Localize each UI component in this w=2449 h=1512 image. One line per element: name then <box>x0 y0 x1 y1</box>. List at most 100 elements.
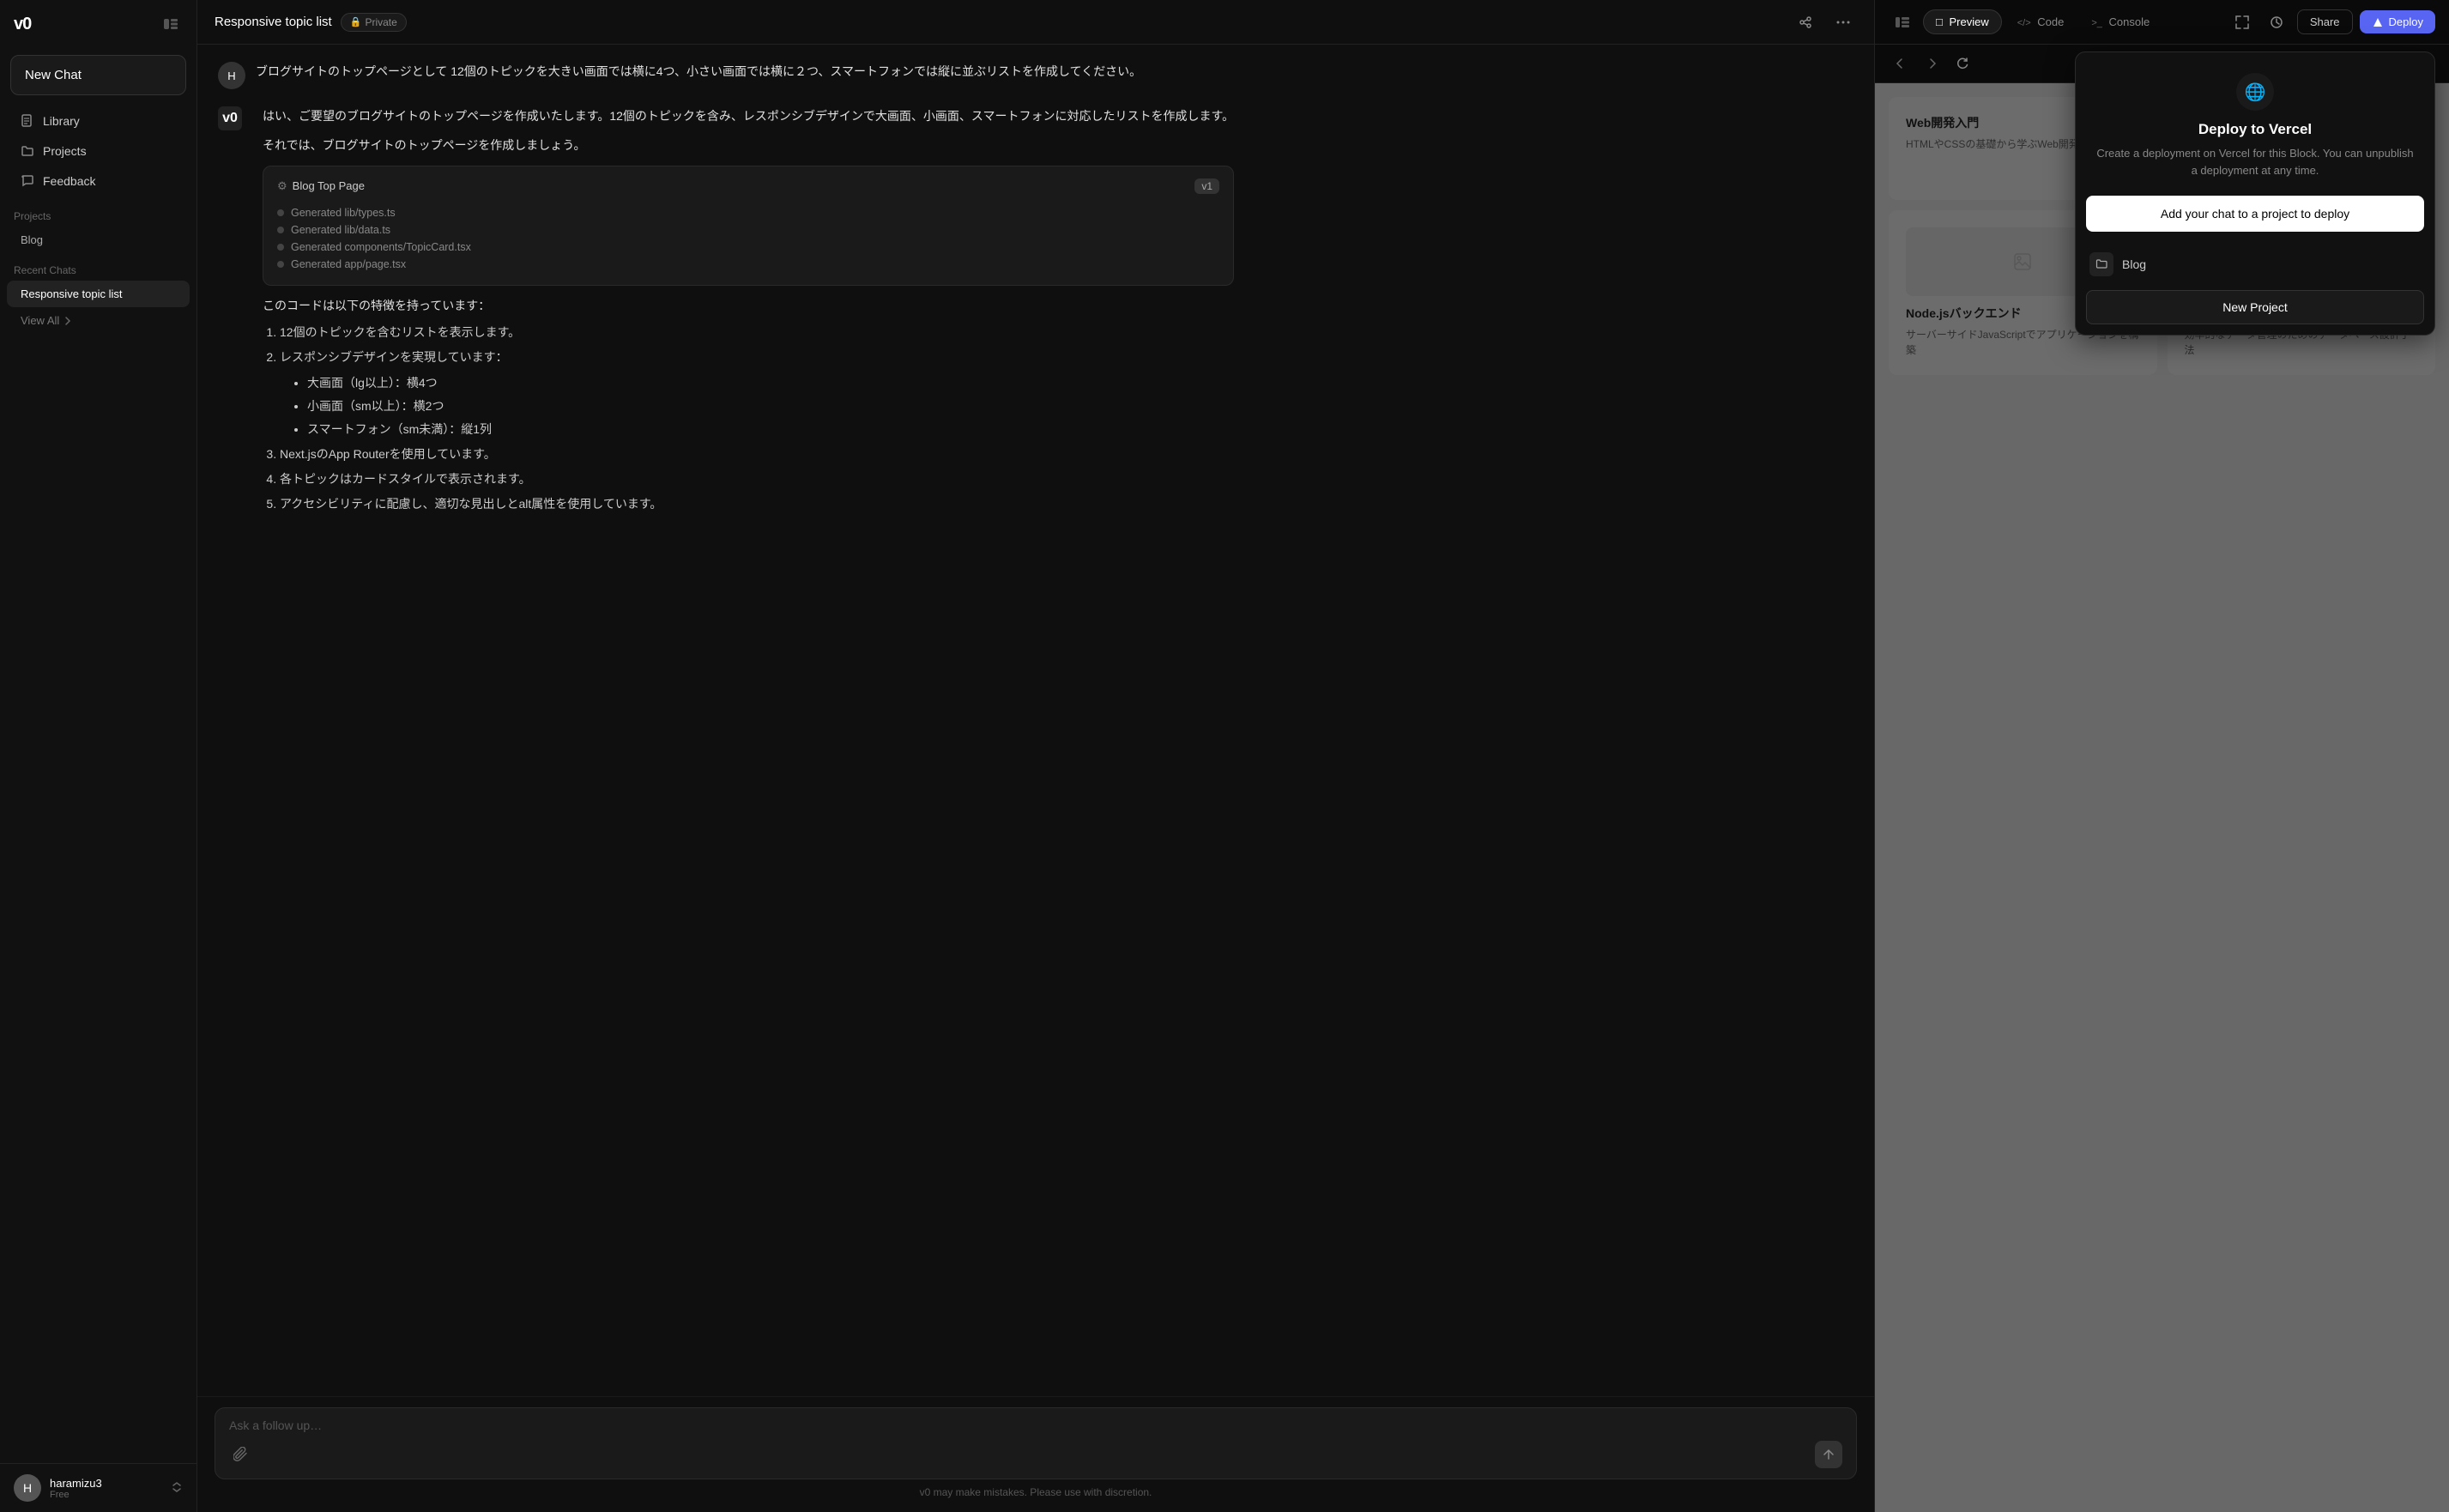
code-block: ⚙ Blog Top Page v1 Generated lib/types.t… <box>263 166 1234 286</box>
forward-icon <box>1926 57 1938 70</box>
projects-section-label: Projects <box>0 200 197 226</box>
block-title: Blog Top Page <box>293 179 365 192</box>
user-message: H ブログサイトのトップページとして 12個のトピックを大きい画面では横に4つ、… <box>218 62 1853 89</box>
collapse-panel-btn[interactable] <box>1889 9 1916 36</box>
sidebar-toggle-btn[interactable] <box>159 12 183 36</box>
message-icon <box>21 174 34 188</box>
version-history-btn[interactable] <box>2263 9 2290 36</box>
preview-nav: □ Preview </> Code >_ Console <box>1923 9 2162 34</box>
file-dot <box>277 227 284 233</box>
new-project-button[interactable]: New Project <box>2086 290 2424 324</box>
feature-2: レスポンシブデザインを実現しています： 大画面（lg以上）：横4つ 小画面（sm… <box>280 347 1234 440</box>
project-option-blog[interactable]: Blog <box>2076 242 2434 287</box>
file-item-2: Generated lib/data.ts <box>277 221 1219 239</box>
deploy-title: Deploy to Vercel <box>2093 121 2417 138</box>
chat-title: Responsive topic list 🔒 Private <box>215 13 407 32</box>
sidebar-item-library[interactable]: Library <box>7 106 190 136</box>
sidebar-recent-responsive[interactable]: Responsive topic list <box>7 281 190 307</box>
refresh-btn[interactable] <box>1950 51 1974 76</box>
sidebar-item-projects[interactable]: Projects <box>7 136 190 166</box>
ai-message-header: v0 はい、ご要望のブログサイトのトップページを作成いたします。12個のトピック… <box>218 106 1853 519</box>
ai-logo: v0 <box>218 106 242 130</box>
chat-header: Responsive topic list 🔒 Private <box>197 0 1874 45</box>
toolbar-nav <box>1889 51 1974 76</box>
main-chat-panel: Responsive topic list 🔒 Private H ブログサイト… <box>197 0 1874 1512</box>
book-icon <box>21 114 34 128</box>
globe-icon: 🌐 <box>2236 73 2274 111</box>
chevron-up-down-icon <box>171 1481 183 1493</box>
tab-console[interactable]: >_ Console <box>2079 10 2162 33</box>
message-2: v0 はい、ご要望のブログサイトのトップページを作成いたします。12個のトピック… <box>218 106 1853 519</box>
chat-input[interactable] <box>229 1418 1842 1432</box>
block-title-row: ⚙ Blog Top Page <box>277 179 365 193</box>
project-blog-label: Blog <box>2122 257 2146 271</box>
image-placeholder-icon <box>2012 251 2033 272</box>
deploy-button[interactable]: Deploy <box>2360 10 2435 33</box>
tab-code[interactable]: </> Code <box>2005 10 2077 33</box>
version-badge: v1 <box>1194 178 1219 194</box>
forward-btn[interactable] <box>1920 51 1944 76</box>
new-chat-button[interactable]: New Chat <box>10 55 186 95</box>
console-icon: >_ <box>2091 18 2102 28</box>
chat-input-box <box>215 1407 1857 1479</box>
deploy-triangle-icon <box>2372 16 2384 28</box>
sub-feature-2: 小画面（sm以上）：横2つ <box>307 396 1234 417</box>
ai-message-body: はい、ご要望のブログサイトのトップページを作成いたします。12個のトピックを含み… <box>263 106 1234 519</box>
sidebar-nav: Library Projects Feedback <box>0 102 197 200</box>
sidebar-item-feedback[interactable]: Feedback <box>7 166 190 196</box>
folder-small-icon <box>2095 258 2107 270</box>
logo: v0 <box>14 15 31 34</box>
avatar: H <box>14 1474 41 1502</box>
sidebar-footer: H haramizu3 Free <box>0 1463 197 1512</box>
file-list: Generated lib/types.ts Generated lib/dat… <box>277 204 1219 273</box>
ai-transition: それでは、ブログサイトのトップページを作成しましょう。 <box>263 136 1234 154</box>
user-info: H haramizu3 Free <box>14 1474 102 1502</box>
library-label: Library <box>43 114 80 128</box>
back-btn[interactable] <box>1889 51 1913 76</box>
message-1: H ブログサイトのトップページとして 12個のトピックを大きい画面では横に4つ、… <box>218 62 1853 89</box>
chevron-right-icon <box>63 316 73 326</box>
refresh-icon <box>1956 57 1968 70</box>
sub-feature-1: 大画面（lg以上）：横4つ <box>307 372 1234 394</box>
chat-messages: H ブログサイトのトップページとして 12個のトピックを大きい画面では横に4つ、… <box>197 45 1874 1396</box>
file-dot <box>277 209 284 216</box>
share-icon <box>1799 15 1812 29</box>
paperclip-icon <box>233 1447 249 1462</box>
sidebar-header: v0 <box>0 0 197 48</box>
more-options-btn[interactable] <box>1829 9 1857 36</box>
user-name: haramizu3 <box>50 1477 102 1490</box>
project-folder-icon <box>2089 252 2113 276</box>
expand-user-btn[interactable] <box>171 1481 183 1496</box>
deploy-dropdown: 🌐 Deploy to Vercel Create a deployment o… <box>2075 51 2435 336</box>
feature-1: 12個のトピックを含むリストを表示します。 <box>280 322 1234 343</box>
fullscreen-icon <box>2235 15 2249 29</box>
fullscreen-btn[interactable] <box>2228 9 2256 36</box>
user-plan: Free <box>50 1490 102 1500</box>
privacy-badge: 🔒 Private <box>341 13 407 32</box>
ai-intro: はい、ご要望のブログサイトのトップページを作成いたします。12個のトピックを含み… <box>263 106 1234 125</box>
preview-icon: □ <box>1936 15 1943 28</box>
sub-features: 大画面（lg以上）：横4つ 小画面（sm以上）：横2つ スマートフォン（sm未満… <box>280 372 1234 441</box>
history-icon <box>2270 15 2283 29</box>
feedback-label: Feedback <box>43 174 95 188</box>
send-button[interactable] <box>1815 1441 1842 1468</box>
preview-right-actions: Share Deploy <box>2228 9 2435 36</box>
header-actions <box>1792 9 1857 36</box>
attach-button[interactable] <box>229 1442 253 1467</box>
deploy-action-button[interactable]: Add your chat to a project to deploy <box>2086 196 2424 232</box>
preview-header: □ Preview </> Code >_ Console Share <box>1875 0 2449 45</box>
view-all-recent-btn[interactable]: View All <box>7 309 190 332</box>
file-dot <box>277 261 284 268</box>
lock-icon: 🔒 <box>350 16 362 27</box>
file-item-4: Generated app/page.tsx <box>277 256 1219 273</box>
sidebar-project-blog[interactable]: Blog <box>7 227 190 253</box>
tab-preview[interactable]: □ Preview <box>1923 9 2002 34</box>
deploy-description: Create a deployment on Vercel for this B… <box>2093 145 2417 178</box>
chat-input-area: v0 may make mistakes. Please use with di… <box>197 1396 1874 1512</box>
ai-logo-text: v0 <box>222 111 238 126</box>
sidebar: v0 New Chat Library Projects Feedback Pr… <box>0 0 197 1512</box>
file-item-3: Generated components/TopicCard.tsx <box>277 239 1219 256</box>
share-button[interactable]: Share <box>2297 9 2353 34</box>
file-dot <box>277 244 284 251</box>
share-icon-btn[interactable] <box>1792 9 1819 36</box>
